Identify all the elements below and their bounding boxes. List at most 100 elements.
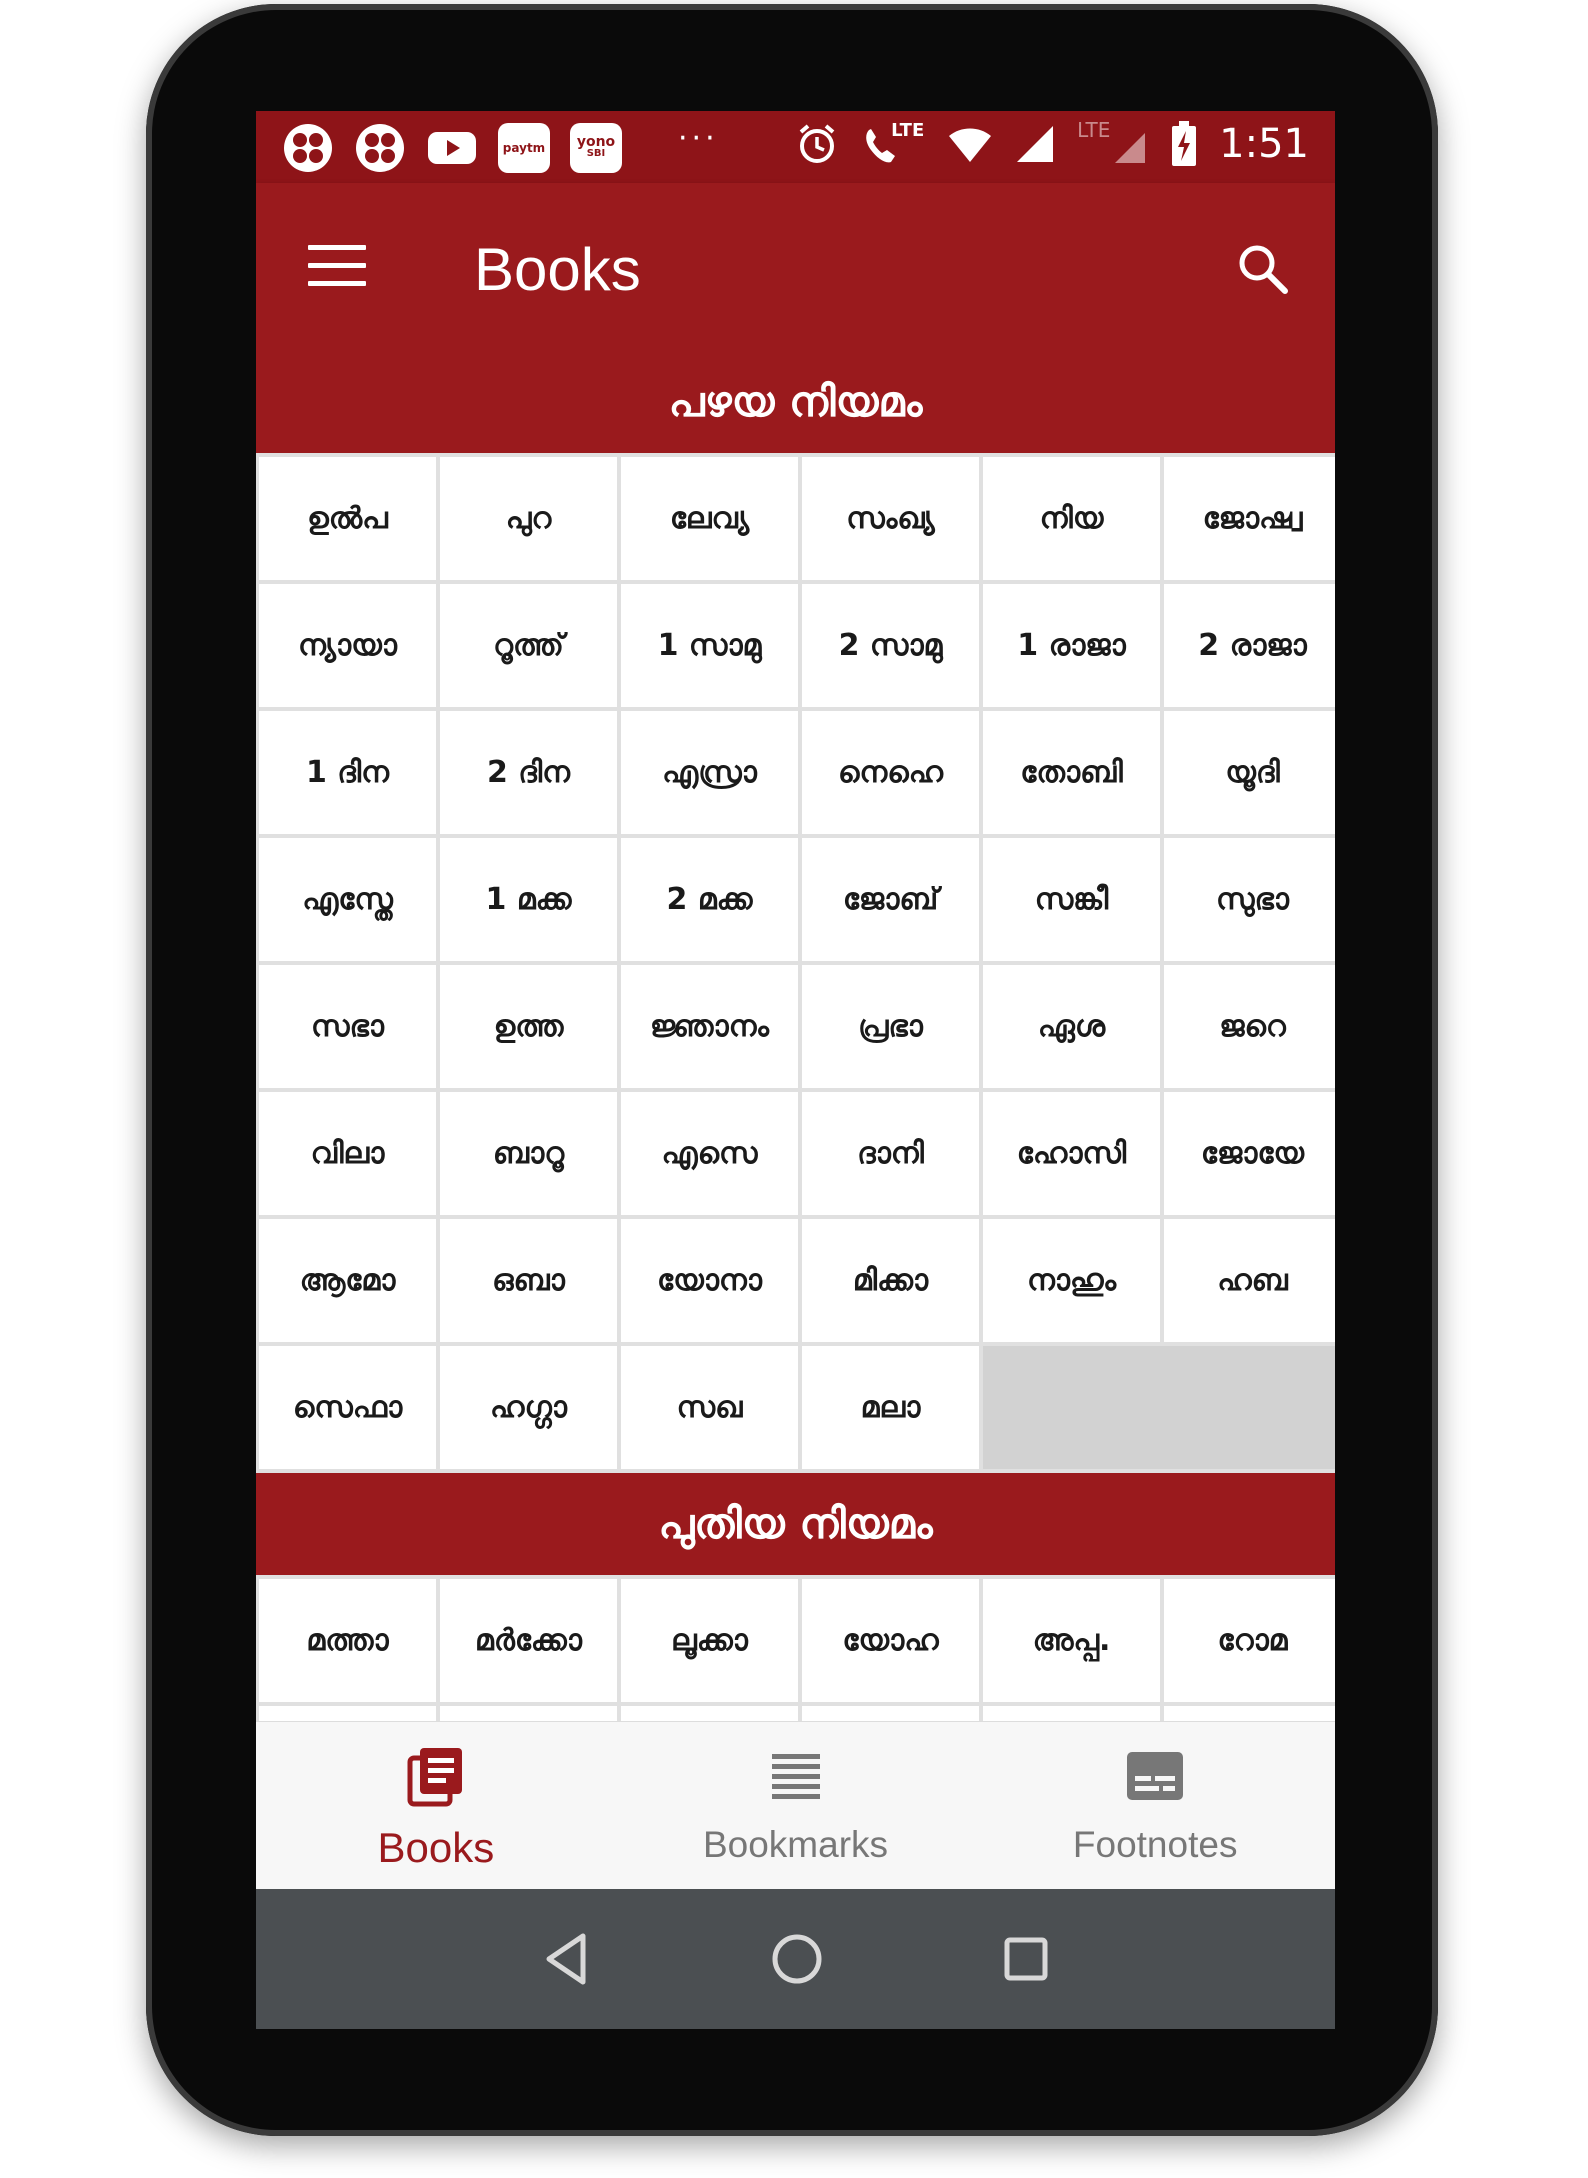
menu-icon[interactable]: [308, 245, 366, 287]
yono-sub-label: SBI: [586, 148, 606, 159]
book-cell[interactable]: 1 ദിന: [259, 711, 436, 834]
search-icon[interactable]: [1235, 241, 1291, 297]
book-cell[interactable]: ഹഗ്ഗാ: [440, 1346, 617, 1469]
book-cell[interactable]: സുഭാ: [1164, 838, 1335, 961]
book-cell[interactable]: യൂദി: [1164, 711, 1335, 834]
nav-books[interactable]: Books: [256, 1722, 616, 1890]
signal-2-icon: LTE: [1077, 118, 1149, 166]
book-cell[interactable]: 1 രാജാ: [983, 584, 1160, 707]
screen: paytm yono SBI ··· LTE LTE 1:51 Books പഴ…: [256, 111, 1335, 2029]
book-cell[interactable]: [1164, 1706, 1335, 1721]
book-cell[interactable]: ജ്ഞാനം: [621, 965, 798, 1088]
section-header-old-testament: പഴയ നിയമം: [256, 351, 1335, 453]
book-cell[interactable]: മിക്കാ: [802, 1219, 979, 1342]
book-cell[interactable]: 2 സാമു: [802, 584, 979, 707]
book-cell[interactable]: റൂത്ത്: [440, 584, 617, 707]
book-cell[interactable]: എസെ: [621, 1092, 798, 1215]
paytm-label: paytm: [502, 141, 546, 155]
alarm-icon: [799, 124, 835, 163]
battery-charging-icon: [1172, 121, 1197, 166]
book-cell[interactable]: 1 മക്ക: [440, 838, 617, 961]
nav-footnotes-label: Footnotes: [1072, 1824, 1238, 1865]
book-cell[interactable]: നെഹെ: [802, 711, 979, 834]
wifi-icon: [949, 128, 992, 162]
book-cell[interactable]: 2 ദിന: [440, 711, 617, 834]
empty-grid-space: [983, 1346, 1335, 1469]
book-cell[interactable]: തോബി: [983, 711, 1160, 834]
book-cell[interactable]: ലൂക്കാ: [621, 1579, 798, 1702]
book-cell[interactable]: ജറെ: [1164, 965, 1335, 1088]
book-cell[interactable]: ലേവ്യ: [621, 457, 798, 580]
book-cell[interactable]: ഒബാ: [440, 1219, 617, 1342]
lte-label: LTE: [891, 120, 925, 141]
book-cell[interactable]: യോനാ: [621, 1219, 798, 1342]
bottom-navigation: Books Bookmarks Footnotes: [256, 1721, 1335, 1890]
recents-icon[interactable]: [1003, 1936, 1049, 1982]
book-cell[interactable]: എസ്രാ: [621, 711, 798, 834]
nav-books-label: Books: [377, 1824, 495, 1871]
new-testament-grid: മത്താ മർക്കോ ലൂക്കാ യോഹ അപ്പ. റോമ: [256, 1575, 1335, 1721]
footnotes-icon: [1127, 1752, 1184, 1800]
book-cell[interactable]: എസ്തേ: [259, 838, 436, 961]
old-testament-grid: ഉൽപ പുറ ലേവ്യ സംഖ്യ നിയ ജോഷ്വ ന്യായാ റൂത്ത് 1 സാ…: [256, 453, 1335, 1473]
book-cell[interactable]: ഉത്ത: [440, 965, 617, 1088]
lte-call-icon: LTE: [861, 120, 925, 166]
page-title: Books: [474, 236, 641, 303]
books-list[interactable]: പഴയ നിയമം ഉൽപ പുറ ലേവ്യ സംഖ്യ നിയ ജോഷ്വ ന്യായാ…: [256, 351, 1335, 1721]
book-cell[interactable]: സെഫാ: [259, 1346, 436, 1469]
back-icon[interactable]: [543, 1932, 591, 1986]
book-cell[interactable]: ബാറൂ: [440, 1092, 617, 1215]
yono-label: yono: [576, 134, 616, 150]
book-cell[interactable]: [983, 1706, 1160, 1721]
bookmarks-icon: [771, 1754, 820, 1799]
book-cell[interactable]: സഖ: [621, 1346, 798, 1469]
book-cell[interactable]: ജോബ്: [802, 838, 979, 961]
system-navigation-bar: [256, 1889, 1335, 2029]
book-cell[interactable]: ആമോ: [259, 1219, 436, 1342]
book-cell[interactable]: പുറ: [440, 457, 617, 580]
app-icon: [354, 123, 406, 173]
clock: 1:51: [1219, 121, 1309, 167]
book-cell[interactable]: യോഹ: [802, 1579, 979, 1702]
status-bar: paytm yono SBI ··· LTE LTE 1:51: [256, 111, 1335, 183]
book-cell[interactable]: [621, 1706, 798, 1721]
book-cell[interactable]: നിയ: [983, 457, 1160, 580]
book-cell[interactable]: ഏശ: [983, 965, 1160, 1088]
book-cell[interactable]: സങ്കീ: [983, 838, 1160, 961]
book-cell[interactable]: സംഖ്യ: [802, 457, 979, 580]
signal-icon: [1017, 126, 1054, 162]
book-cell[interactable]: 2 രാജാ: [1164, 584, 1335, 707]
book-cell[interactable]: ദാനി: [802, 1092, 979, 1215]
book-cell[interactable]: ഉൽപ: [259, 457, 436, 580]
book-cell[interactable]: 2 മക്ക: [621, 838, 798, 961]
book-cell[interactable]: 1 സാമു: [621, 584, 798, 707]
book-cell[interactable]: [440, 1706, 617, 1721]
book-cell[interactable]: ജോഷ്വ: [1164, 457, 1335, 580]
book-cell[interactable]: പ്രഭാ: [802, 965, 979, 1088]
home-icon[interactable]: [771, 1933, 823, 1985]
app-bar: Books: [256, 183, 1335, 351]
book-cell[interactable]: മത്താ: [259, 1579, 436, 1702]
book-cell[interactable]: [259, 1706, 436, 1721]
youtube-icon: [426, 123, 478, 173]
nav-footnotes[interactable]: Footnotes: [975, 1722, 1335, 1890]
lte-2-label: LTE: [1077, 118, 1111, 142]
book-cell[interactable]: ന്യായാ: [259, 584, 436, 707]
book-cell[interactable]: വിലാ: [259, 1092, 436, 1215]
book-cell[interactable]: ഹബ: [1164, 1219, 1335, 1342]
book-cell[interactable]: ഹോസി: [983, 1092, 1160, 1215]
book-cell[interactable]: റോമ: [1164, 1579, 1335, 1702]
book-cell[interactable]: സഭാ: [259, 965, 436, 1088]
book-cell[interactable]: അപ്പ.: [983, 1579, 1160, 1702]
book-cell[interactable]: നാഹും: [983, 1219, 1160, 1342]
overflow-notifications-icon: ···: [678, 121, 719, 156]
nav-bookmarks-label: Bookmarks: [702, 1824, 889, 1865]
books-icon: [407, 1748, 462, 1807]
book-cell[interactable]: മർക്കോ: [440, 1579, 617, 1702]
yono-sbi-icon: yono SBI: [570, 123, 622, 173]
book-cell[interactable]: ജോയേ: [1164, 1092, 1335, 1215]
app-icon: [282, 123, 334, 173]
book-cell[interactable]: [802, 1706, 979, 1721]
book-cell[interactable]: മലാ: [802, 1346, 979, 1469]
nav-bookmarks[interactable]: Bookmarks: [616, 1722, 976, 1890]
